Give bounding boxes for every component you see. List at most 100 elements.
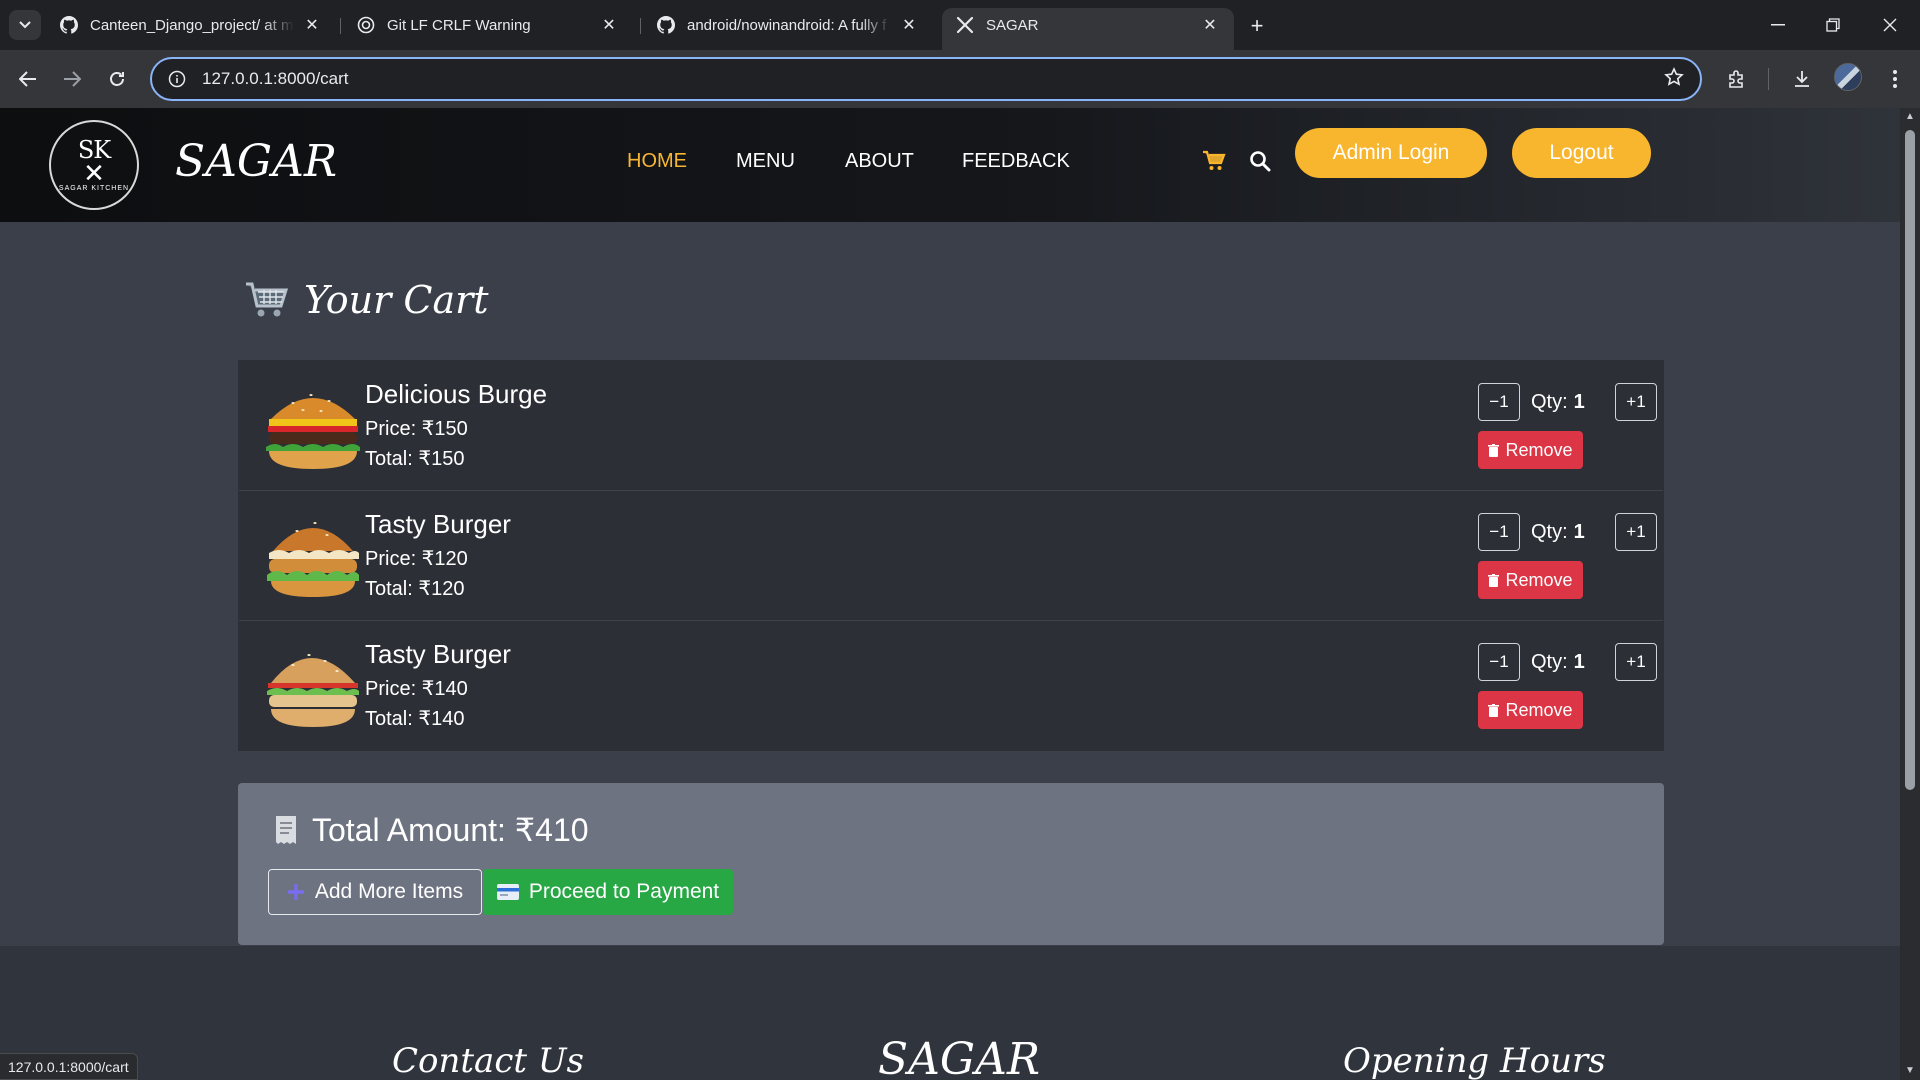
forward-button[interactable] — [57, 64, 87, 94]
add-more-label: Add More Items — [314, 880, 464, 903]
close-icon — [1883, 18, 1897, 32]
chevron-down-icon — [19, 21, 31, 29]
link-status-bubble: 127.0.0.1:8000/cart — [0, 1053, 138, 1080]
qty-label: Qty: — [1531, 651, 1568, 673]
remove-label: Remove — [1505, 439, 1573, 460]
remove-item-button[interactable]: Remove — [1478, 561, 1583, 599]
openai-icon — [357, 16, 375, 34]
close-tab-icon[interactable]: ✕ — [302, 15, 322, 35]
logout-button[interactable]: Logout — [1512, 128, 1651, 178]
scroll-down-arrow-icon[interactable]: ▼ — [1904, 1066, 1916, 1076]
cart-summary: Total Amount: ₹410 Add More Items Procee… — [238, 783, 1664, 945]
puzzle-icon — [1729, 70, 1743, 88]
url-text: 127.0.0.1:8000/cart — [202, 69, 349, 88]
reload-button[interactable] — [102, 64, 132, 94]
decrease-qty-button[interactable]: −1 — [1478, 513, 1520, 551]
more-vertical-icon — [1893, 70, 1897, 88]
trash-icon — [1488, 443, 1500, 457]
downloads-button[interactable] — [1787, 64, 1817, 94]
item-price: Price: ₹120 — [365, 548, 468, 570]
shopping-cart-icon — [246, 282, 288, 317]
search-icon[interactable] — [1247, 148, 1273, 174]
new-tab-button[interactable]: + — [1244, 13, 1270, 39]
browser-tab-4-active[interactable]: SAGAR ✕ — [942, 8, 1234, 50]
nav-about[interactable]: ABOUT — [845, 150, 914, 173]
nav-home[interactable]: HOME — [627, 150, 687, 173]
qty-label: Qty: — [1531, 521, 1568, 543]
proceed-label: Proceed to Payment — [528, 880, 720, 903]
cart-icon[interactable] — [1201, 148, 1227, 174]
restore-button[interactable] — [1813, 8, 1853, 42]
remove-item-button[interactable]: Remove — [1478, 691, 1583, 729]
increase-qty-button[interactable]: +1 — [1615, 383, 1657, 421]
qty-value: 1 — [1573, 391, 1585, 413]
footer-hours-heading: Opening Hours — [1343, 1041, 1606, 1080]
scroll-up-arrow-icon[interactable]: ▲ — [1904, 112, 1916, 122]
item-name: Tasty Burger — [365, 509, 511, 539]
site-logo[interactable]: SK ✕ SAGAR KITCHEN — [49, 120, 139, 210]
toolbar-divider — [1768, 68, 1769, 90]
logo-ring-text: SAGAR KITCHEN — [58, 184, 130, 192]
page-scrollbar[interactable]: ▲ ▼ — [1900, 108, 1920, 1080]
credit-card-icon — [496, 884, 519, 900]
profile-avatar[interactable] — [1834, 63, 1862, 91]
browser-tab-1[interactable]: Canteen_Django_project/ at ma ✕ — [46, 8, 336, 42]
cart-item: Delicious Burge Price: ₹150 Total: ₹150 … — [239, 361, 1663, 491]
tab-title: Canteen_Django_project/ at ma — [90, 16, 294, 34]
item-price: Price: ₹150 — [365, 418, 468, 440]
admin-login-button[interactable]: Admin Login — [1295, 128, 1487, 178]
scrollbar-thumb[interactable] — [1905, 130, 1915, 790]
minimize-button[interactable] — [1758, 8, 1798, 42]
extensions-button[interactable] — [1722, 64, 1752, 94]
browser-tab-strip: Canteen_Django_project/ at ma ✕ Git LF C… — [0, 0, 1920, 50]
browser-tab-2[interactable]: Git LF CRLF Warning ✕ — [343, 8, 633, 42]
plus-icon — [287, 884, 304, 900]
address-bar[interactable]: 127.0.0.1:8000/cart — [150, 57, 1702, 101]
github-icon — [60, 16, 78, 34]
back-button[interactable] — [13, 64, 43, 94]
fork-knife-icon — [956, 16, 974, 34]
nav-menu[interactable]: MENU — [736, 150, 795, 173]
increase-qty-button[interactable]: +1 — [1615, 643, 1657, 681]
arrow-left-icon — [19, 71, 36, 87]
close-tab-icon[interactable]: ✕ — [1200, 15, 1220, 35]
add-more-items-button[interactable]: Add More Items — [268, 869, 482, 915]
browser-menu-button[interactable] — [1880, 64, 1910, 94]
qty-display: Qty: 1 — [1531, 391, 1585, 414]
close-tab-icon[interactable]: ✕ — [599, 15, 619, 35]
proceed-to-payment-button[interactable]: Proceed to Payment — [483, 869, 733, 915]
close-window-button[interactable] — [1870, 8, 1910, 42]
receipt-icon — [276, 816, 296, 844]
cart-heading: Your Cart — [244, 278, 489, 322]
browser-toolbar: 127.0.0.1:8000/cart — [0, 50, 1920, 108]
burger-image — [266, 394, 360, 469]
increase-qty-button[interactable]: +1 — [1615, 513, 1657, 551]
fork-knife-icon: ✕ — [83, 157, 105, 188]
github-icon — [657, 16, 675, 34]
tab-divider — [340, 18, 341, 34]
item-name: Delicious Burge — [365, 379, 548, 409]
site-footer: Contact Us SAGAR Opening Hours — [0, 946, 1900, 1080]
tab-divider — [640, 18, 641, 34]
tab-search-button[interactable] — [9, 10, 41, 40]
item-total: Total: ₹120 — [365, 578, 465, 600]
item-price: Price: ₹140 — [365, 678, 468, 700]
site-brand[interactable]: SAGAR — [175, 136, 337, 187]
page-viewport: SK ✕ SAGAR KITCHEN SAGAR HOME MENU ABOUT… — [0, 108, 1900, 1080]
site-info-icon[interactable] — [168, 70, 186, 88]
bookmark-star-icon[interactable] — [1664, 66, 1684, 92]
decrease-qty-button[interactable]: −1 — [1478, 383, 1520, 421]
qty-label: Qty: — [1531, 391, 1568, 413]
footer-contact-heading: Contact Us — [392, 1041, 584, 1080]
nav-feedback[interactable]: FEEDBACK — [962, 150, 1070, 173]
minimize-icon — [1771, 24, 1785, 26]
browser-tab-3[interactable]: android/nowinandroid: A fully f ✕ — [643, 8, 933, 42]
close-tab-icon[interactable]: ✕ — [899, 15, 919, 35]
total-amount-row: Total Amount: ₹410 — [274, 811, 589, 849]
remove-item-button[interactable]: Remove — [1478, 431, 1583, 469]
qty-value: 1 — [1573, 651, 1585, 673]
qty-value: 1 — [1573, 521, 1585, 543]
cart-item: Tasty Burger Price: ₹120 Total: ₹120 −1 … — [239, 491, 1663, 621]
site-header: SK ✕ SAGAR KITCHEN SAGAR HOME MENU ABOUT… — [0, 108, 1900, 222]
decrease-qty-button[interactable]: −1 — [1478, 643, 1520, 681]
